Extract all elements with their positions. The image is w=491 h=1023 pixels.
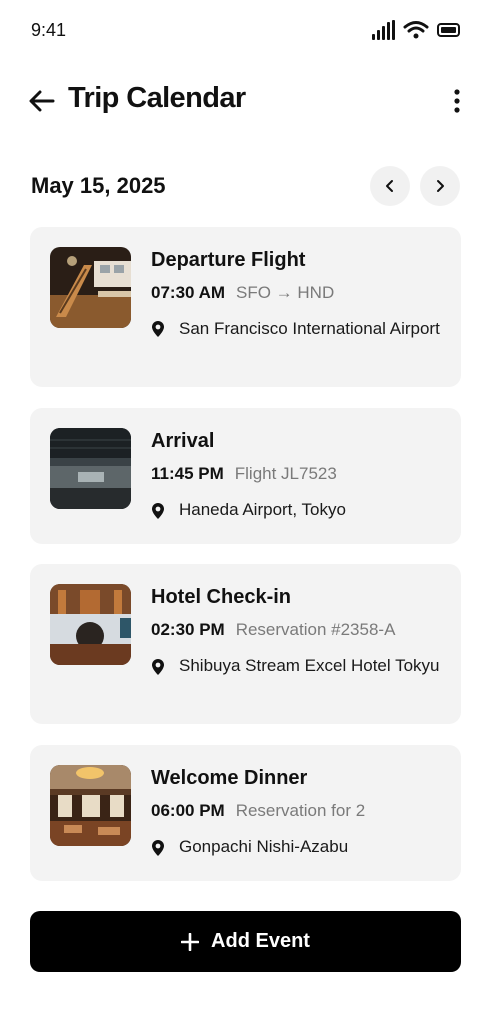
more-options-button[interactable] (447, 86, 467, 116)
chevron-right-icon (437, 180, 444, 192)
event-title: Departure Flight (151, 249, 306, 271)
event-card[interactable]: Departure Flight 07:30 AM SFO → HND San F… (30, 227, 461, 387)
event-title: Welcome Dinner (151, 767, 308, 789)
event-thumbnail (50, 584, 131, 665)
more-vertical-icon (454, 89, 460, 113)
chevron-left-icon (386, 180, 393, 192)
add-event-button[interactable]: Add Event (30, 911, 461, 972)
current-date: May 15, 2025 (31, 173, 166, 198)
next-day-button[interactable] (420, 166, 460, 206)
arrow-left-icon (29, 90, 55, 112)
event-thumbnail (50, 428, 131, 509)
event-time: 02:30 PM (151, 620, 225, 639)
previous-day-button[interactable] (370, 166, 410, 206)
wifi-icon (403, 21, 429, 39)
event-time-line: 06:00 PM Reservation for 2 (151, 801, 365, 821)
event-subtitle: SFO → HND (236, 283, 335, 302)
event-location: Shibuya Stream Excel Hotel Tokyu (179, 656, 440, 675)
event-time-line: 11:45 PM Flight JL7523 (151, 464, 337, 484)
location-pin-icon (152, 503, 164, 519)
event-time: 07:30 AM (151, 283, 226, 302)
event-card[interactable]: Arrival 11:45 PM Flight JL7523 Haneda Air… (30, 408, 461, 544)
date-navigator: May 15, 2025 (0, 166, 491, 208)
event-subtitle: Reservation #2358-A (235, 620, 396, 639)
location-pin-icon (152, 659, 164, 675)
plus-icon (181, 932, 200, 951)
back-button[interactable] (26, 86, 58, 116)
event-location: San Francisco International Airport (179, 319, 440, 338)
event-thumbnail (50, 765, 131, 846)
page-title: Trip Calendar (68, 82, 246, 114)
event-location: Gonpachi Nishi-Azabu (179, 837, 349, 856)
status-bar: 9:41 (0, 0, 491, 60)
signal-icon (372, 20, 395, 40)
add-event-label: Add Event (211, 930, 310, 952)
event-subtitle: Flight JL7523 (234, 464, 337, 483)
header: Trip Calendar (0, 78, 491, 124)
event-title: Hotel Check-in (151, 586, 292, 608)
event-time-line: 02:30 PM Reservation #2358-A (151, 620, 395, 640)
battery-icon (437, 23, 460, 37)
event-time-line: 07:30 AM SFO → HND (151, 283, 334, 303)
event-card[interactable]: Welcome Dinner 06:00 PM Reservation for 2… (30, 745, 461, 881)
status-time: 9:41 (31, 20, 67, 40)
event-location: Haneda Airport, Tokyo (179, 500, 346, 519)
event-time: 06:00 PM (151, 801, 225, 820)
event-time: 11:45 PM (151, 464, 224, 483)
status-icons (371, 20, 461, 40)
event-card[interactable]: Hotel Check-in 02:30 PM Reservation #2358… (30, 564, 461, 724)
event-thumbnail (50, 247, 131, 328)
location-pin-icon (152, 840, 164, 856)
event-subtitle: Reservation for 2 (235, 801, 366, 820)
event-title: Arrival (151, 430, 215, 452)
location-pin-icon (152, 321, 164, 337)
